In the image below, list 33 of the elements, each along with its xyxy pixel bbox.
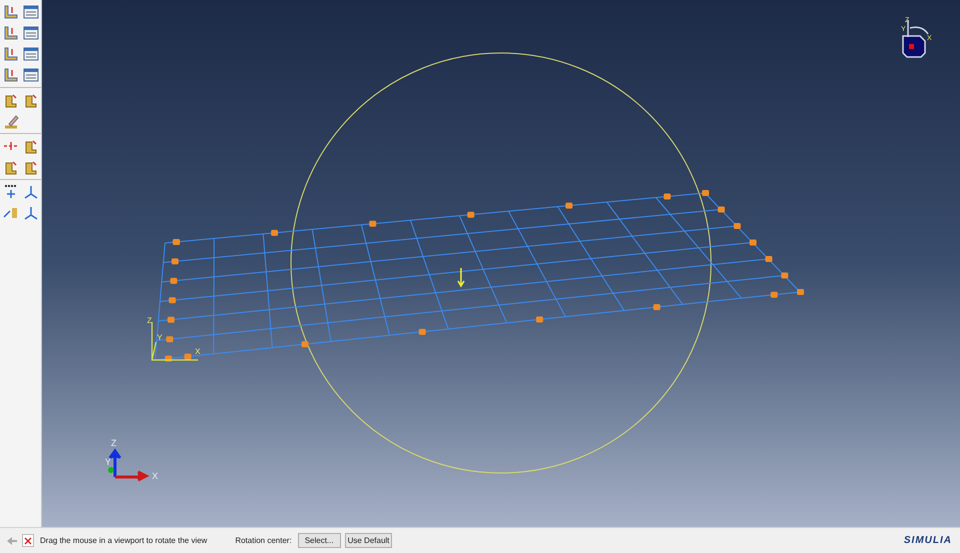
axis-label: Z xyxy=(147,316,152,325)
csys-icon[interactable] xyxy=(3,46,19,62)
block-icon[interactable] xyxy=(3,159,19,175)
block-icon[interactable] xyxy=(22,159,38,175)
rotation-center-label: Rotation center: xyxy=(235,534,292,546)
table-icon[interactable] xyxy=(22,46,38,62)
table-icon[interactable] xyxy=(22,4,38,20)
csys-icon[interactable] xyxy=(3,4,19,20)
csys-icon[interactable] xyxy=(3,25,19,41)
axis-label: Y xyxy=(105,457,112,467)
brand-logo: SIMULIA xyxy=(904,534,952,548)
block-icon[interactable] xyxy=(3,92,19,108)
table-icon[interactable] xyxy=(22,25,38,41)
select-button[interactable]: Select... xyxy=(298,533,341,548)
datum-icon[interactable] xyxy=(3,205,19,221)
axis-label: Z xyxy=(111,438,116,448)
axis-label: X xyxy=(152,471,158,481)
table-icon[interactable] xyxy=(22,67,38,83)
block-icon[interactable] xyxy=(22,138,38,154)
block-icon[interactable] xyxy=(22,92,38,108)
cancel-icon[interactable] xyxy=(22,534,34,547)
axis-label: X xyxy=(195,347,200,356)
triad-icon[interactable] xyxy=(22,184,38,200)
axis-label: Y xyxy=(157,333,162,342)
axes-drawing xyxy=(151,321,199,361)
csys-icon[interactable] xyxy=(3,67,19,83)
view-cube-icon[interactable] xyxy=(902,19,929,58)
triad-icon[interactable] xyxy=(22,205,38,221)
arrow-icon xyxy=(457,267,465,288)
pencil-icon[interactable] xyxy=(3,113,19,129)
use-default-button[interactable]: Use Default xyxy=(344,533,392,548)
status-message: Drag the mouse in a viewport to rotate the view xyxy=(40,534,208,546)
point-icon[interactable] xyxy=(3,184,19,200)
